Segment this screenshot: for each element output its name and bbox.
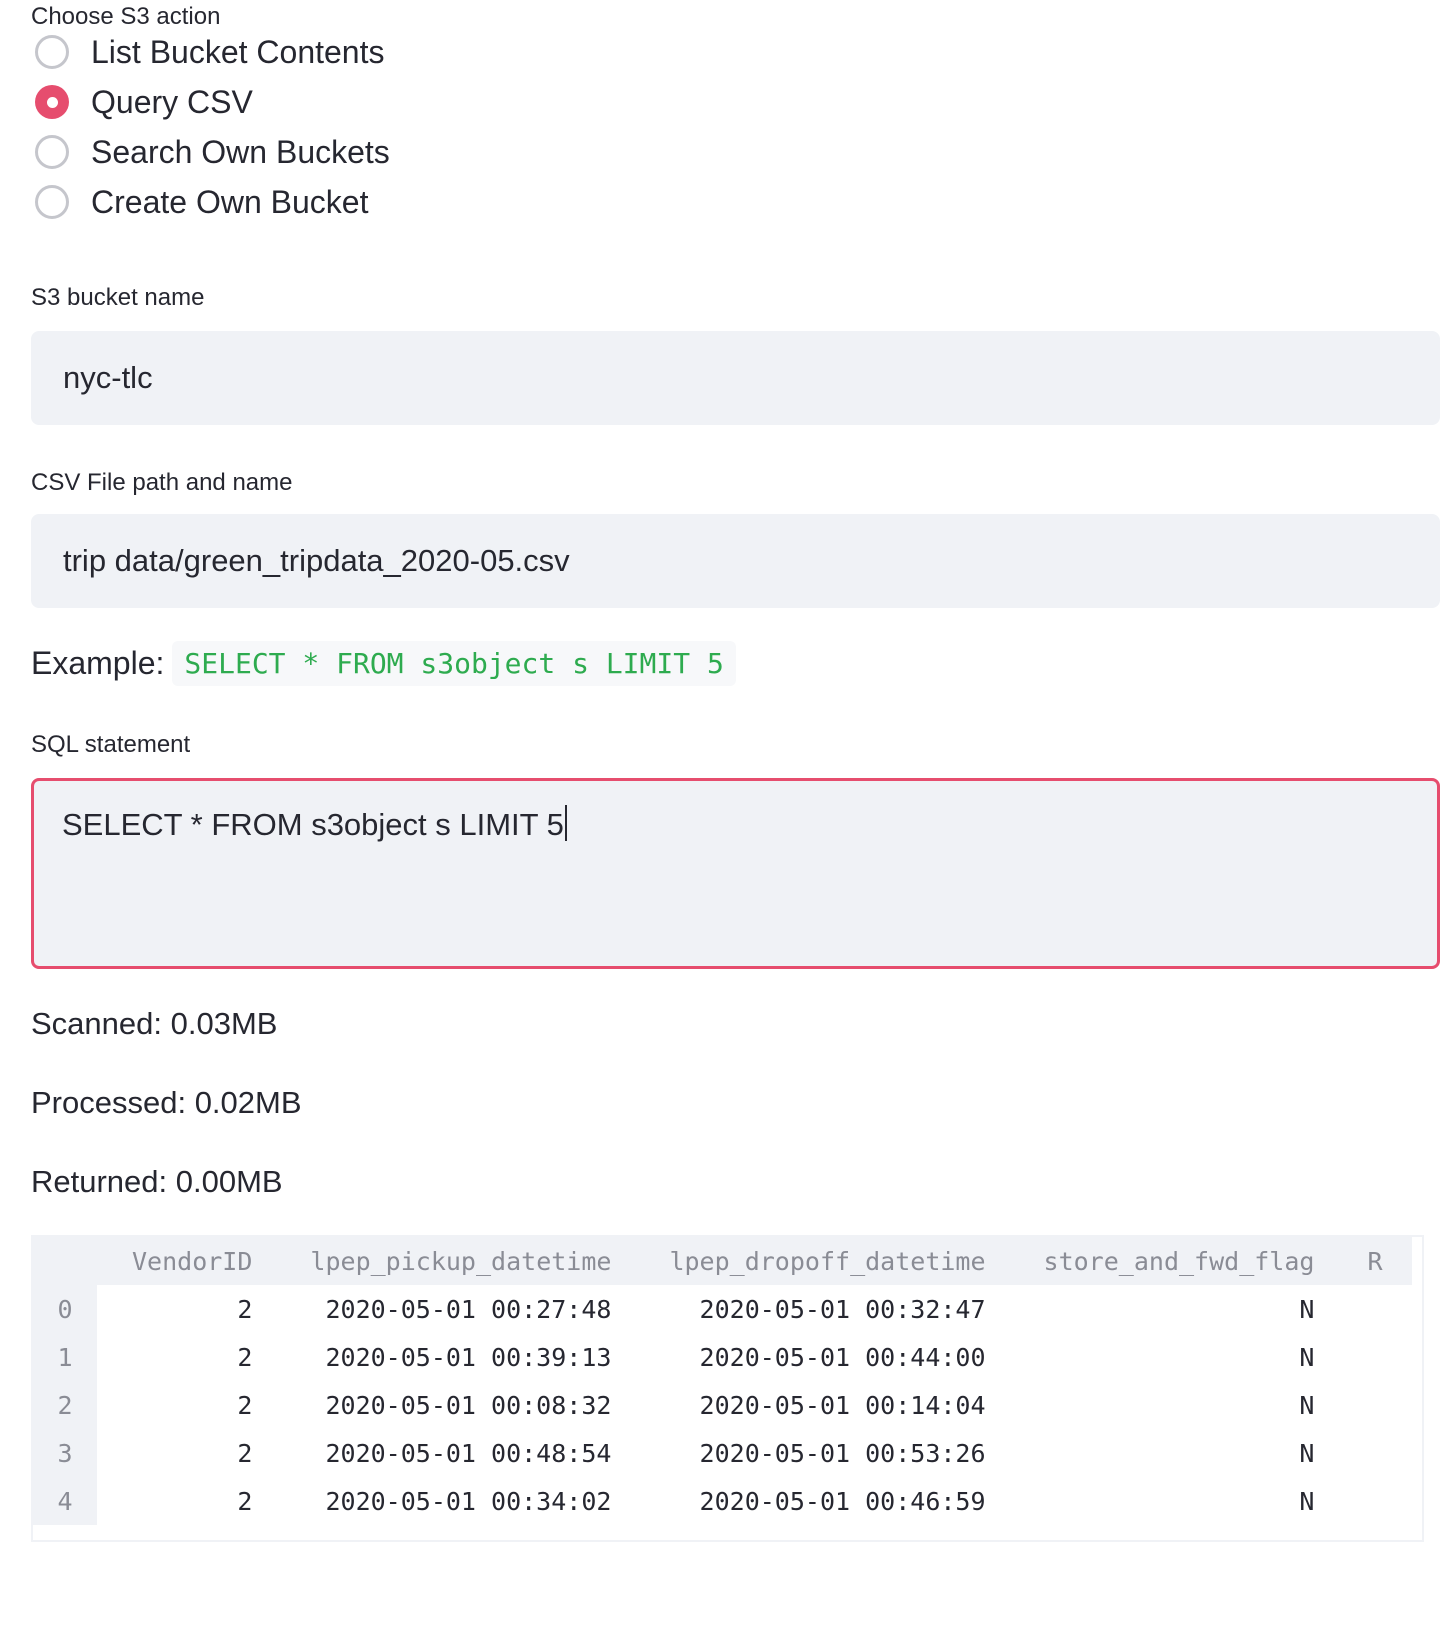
column-header[interactable]: lpep_pickup_datetime bbox=[281, 1237, 641, 1285]
s3-action-radio-group: List Bucket Contents Query CSV Search Ow… bbox=[35, 27, 390, 227]
table-cell[interactable]: 2020-05-01 00:44:00 bbox=[640, 1333, 1014, 1381]
table-cell[interactable]: N bbox=[1015, 1333, 1344, 1381]
radio-option-create-own-bucket[interactable]: Create Own Bucket bbox=[35, 177, 390, 227]
scanned-stat: Scanned: 0.03MB bbox=[31, 1006, 278, 1041]
row-index: 0 bbox=[33, 1285, 97, 1333]
example-row: Example: SELECT * FROM s3object s LIMIT … bbox=[31, 641, 736, 686]
radio-option-list-bucket-contents[interactable]: List Bucket Contents bbox=[35, 27, 390, 77]
table-cell[interactable]: 2 bbox=[97, 1333, 281, 1381]
csv-path-label: CSV File path and name bbox=[31, 469, 293, 496]
radio-option-label: Search Own Buckets bbox=[91, 133, 390, 170]
table-row: 1 2 2020-05-01 00:39:13 2020-05-01 00:44… bbox=[33, 1333, 1412, 1381]
table-cell[interactable]: 2020-05-01 00:48:54 bbox=[281, 1429, 640, 1477]
table-row: 3 2 2020-05-01 00:48:54 2020-05-01 00:53… bbox=[33, 1429, 1412, 1477]
radio-checked-icon bbox=[35, 85, 69, 119]
radio-unchecked-icon bbox=[35, 135, 69, 169]
table-cell[interactable]: 2020-05-01 00:39:13 bbox=[281, 1333, 640, 1381]
radio-unchecked-icon bbox=[35, 185, 69, 219]
radio-option-search-own-buckets[interactable]: Search Own Buckets bbox=[35, 127, 390, 177]
results-dataframe[interactable]: VendorID lpep_pickup_datetime lpep_dropo… bbox=[31, 1235, 1424, 1542]
sql-statement-textarea[interactable]: SELECT * FROM s3object s LIMIT 5 bbox=[31, 778, 1440, 969]
text-caret bbox=[564, 805, 567, 841]
table-cell[interactable] bbox=[1343, 1333, 1411, 1381]
table-cell[interactable]: 2020-05-01 00:08:32 bbox=[281, 1381, 640, 1429]
index-column-header bbox=[33, 1237, 97, 1285]
table-cell[interactable]: 2 bbox=[97, 1381, 281, 1429]
table-cell[interactable] bbox=[1343, 1285, 1411, 1333]
table-header-row: VendorID lpep_pickup_datetime lpep_dropo… bbox=[33, 1237, 1412, 1285]
radio-unchecked-icon bbox=[35, 35, 69, 69]
results-table: VendorID lpep_pickup_datetime lpep_dropo… bbox=[33, 1237, 1412, 1525]
column-header[interactable]: lpep_dropoff_datetime bbox=[640, 1237, 1015, 1285]
table-cell[interactable]: 2020-05-01 00:53:26 bbox=[640, 1429, 1014, 1477]
table-cell[interactable]: 2020-05-01 00:46:59 bbox=[640, 1477, 1014, 1525]
table-row: 0 2 2020-05-01 00:27:48 2020-05-01 00:32… bbox=[33, 1285, 1412, 1333]
table-cell[interactable]: 2 bbox=[97, 1429, 281, 1477]
row-index: 3 bbox=[33, 1429, 97, 1477]
table-cell[interactable]: 2 bbox=[97, 1285, 281, 1333]
sql-statement-text: SELECT * FROM s3object s LIMIT 5 bbox=[62, 807, 564, 842]
column-header[interactable]: R bbox=[1343, 1237, 1412, 1285]
radio-option-query-csv[interactable]: Query CSV bbox=[35, 77, 390, 127]
sql-statement-label: SQL statement bbox=[31, 731, 191, 758]
row-index: 1 bbox=[33, 1333, 97, 1381]
table-cell[interactable]: 2 bbox=[97, 1477, 281, 1525]
table-row: 4 2 2020-05-01 00:34:02 2020-05-01 00:46… bbox=[33, 1477, 1412, 1525]
radio-option-label: Create Own Bucket bbox=[91, 183, 369, 220]
table-cell[interactable]: 2020-05-01 00:14:04 bbox=[640, 1381, 1014, 1429]
row-index: 2 bbox=[33, 1381, 97, 1429]
bucket-name-label: S3 bucket name bbox=[31, 284, 205, 311]
table-cell[interactable]: 2020-05-01 00:27:48 bbox=[281, 1285, 640, 1333]
table-cell[interactable]: N bbox=[1015, 1381, 1344, 1429]
table-cell[interactable]: N bbox=[1015, 1285, 1344, 1333]
table-row: 2 2 2020-05-01 00:08:32 2020-05-01 00:14… bbox=[33, 1381, 1412, 1429]
csv-path-input[interactable]: trip data/green_tripdata_2020-05.csv bbox=[31, 514, 1440, 608]
column-header[interactable]: VendorID bbox=[97, 1237, 282, 1285]
column-header[interactable]: store_and_fwd_flag bbox=[1014, 1237, 1344, 1285]
example-code: SELECT * FROM s3object s LIMIT 5 bbox=[172, 641, 736, 686]
bucket-name-input[interactable]: nyc-tlc bbox=[31, 331, 1440, 425]
table-cell[interactable] bbox=[1343, 1381, 1411, 1429]
row-index: 4 bbox=[33, 1477, 97, 1525]
table-cell[interactable]: 2020-05-01 00:34:02 bbox=[281, 1477, 640, 1525]
table-cell[interactable] bbox=[1343, 1477, 1411, 1525]
table-cell[interactable]: N bbox=[1015, 1429, 1344, 1477]
radio-dot-icon bbox=[46, 96, 58, 108]
table-cell[interactable]: N bbox=[1015, 1477, 1344, 1525]
radio-option-label: Query CSV bbox=[91, 83, 253, 120]
example-label: Example: bbox=[31, 645, 165, 681]
processed-stat: Processed: 0.02MB bbox=[31, 1085, 302, 1120]
radio-option-label: List Bucket Contents bbox=[91, 33, 385, 70]
table-cell[interactable]: 2020-05-01 00:32:47 bbox=[640, 1285, 1014, 1333]
table-cell[interactable] bbox=[1343, 1429, 1411, 1477]
returned-stat: Returned: 0.00MB bbox=[31, 1164, 283, 1199]
